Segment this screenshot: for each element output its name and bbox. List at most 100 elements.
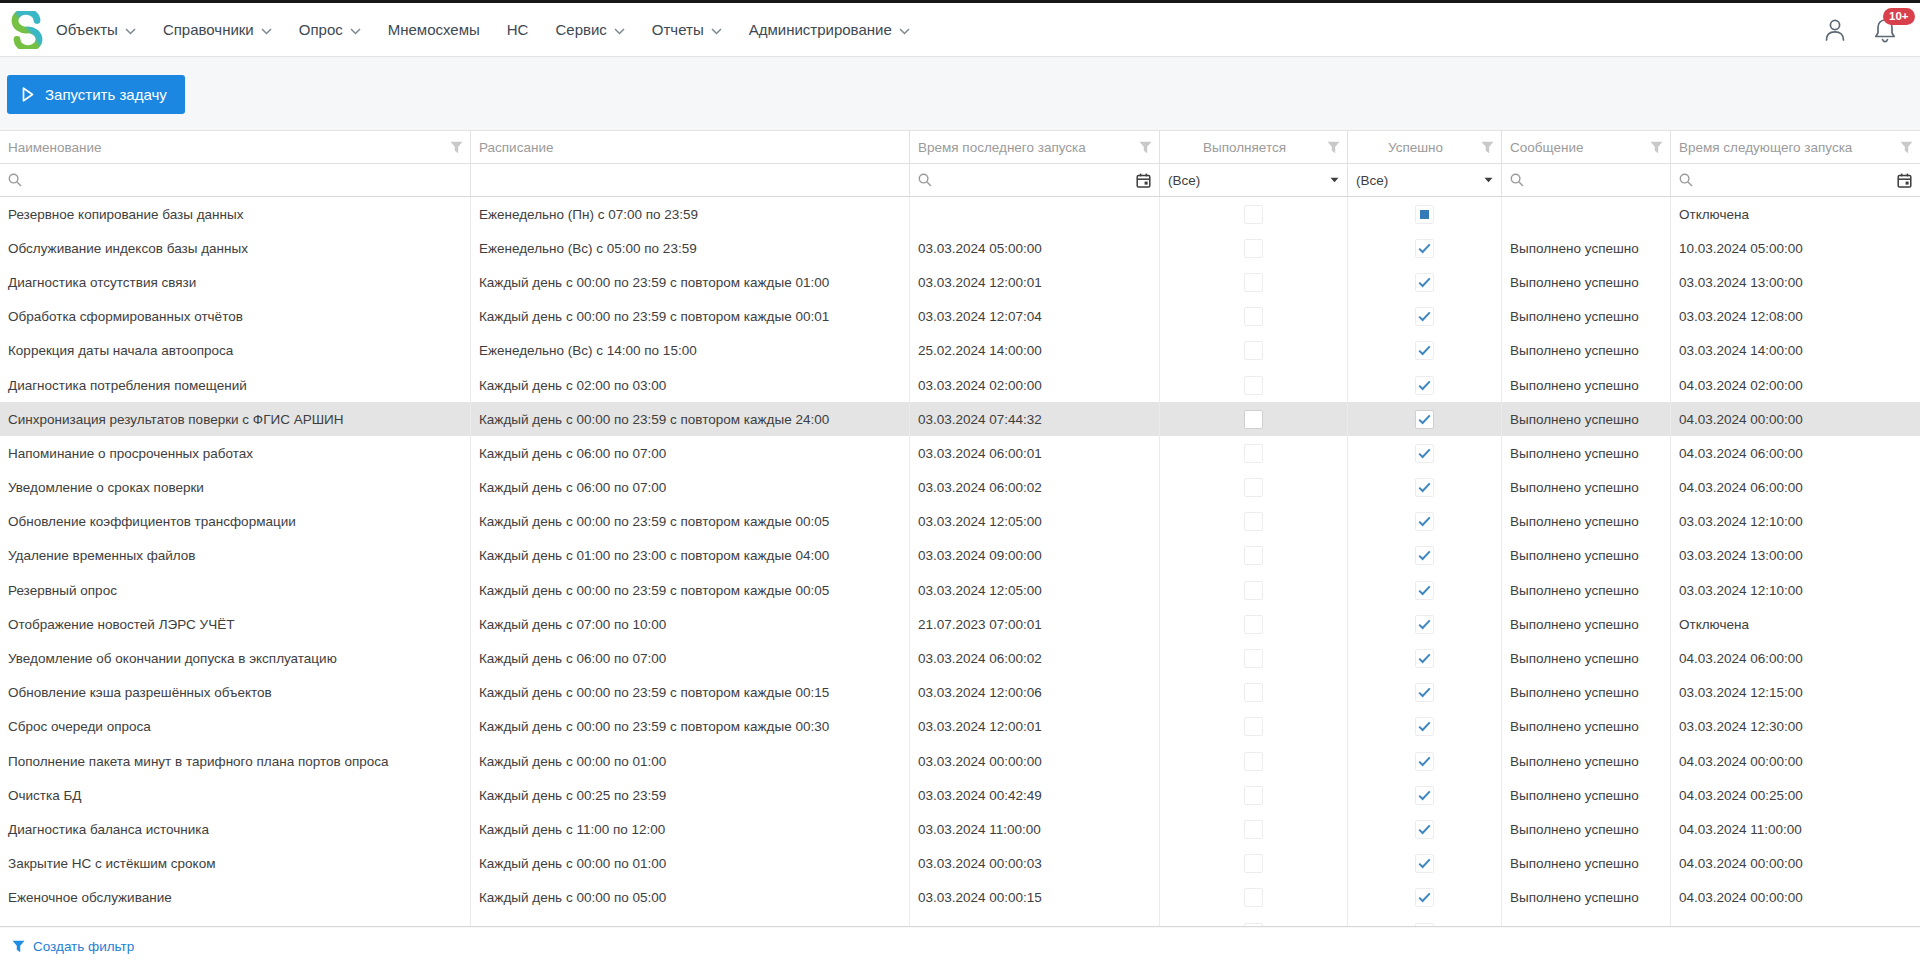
running-checkbox[interactable] [1244,683,1263,702]
run-task-button[interactable]: Запустить задачу [7,75,185,114]
running-checkbox[interactable] [1244,410,1263,429]
notifications-bell-icon[interactable]: 10+ [1872,16,1898,44]
task-row[interactable]: Еженочное обслуживаниеКаждый день с 00:0… [0,881,1920,915]
success-checkbox[interactable] [1415,752,1434,771]
dropdown-arrow-icon[interactable] [1484,177,1493,183]
task-row[interactable]: Резервное копирование базы данныхЕженеде… [0,197,1920,231]
filter-cell-next_run[interactable] [1671,164,1920,196]
menu-item-polling[interactable]: Опрос [299,21,361,38]
task-row[interactable]: Резервный опросКаждый день с 00:00 по 23… [0,573,1920,607]
running-checkbox[interactable] [1244,649,1263,668]
task-row[interactable]: Обновление кэша разрешённых объектовКажд… [0,676,1920,710]
task-row[interactable]: Обработка сформированных отчётовКаждый д… [0,300,1920,334]
menu-item-ns[interactable]: НС [507,21,529,38]
running-checkbox[interactable] [1244,546,1263,565]
running-checkbox[interactable] [1244,854,1263,873]
filter-funnel-icon[interactable] [1327,141,1340,154]
success-checkbox[interactable] [1415,581,1434,600]
task-row[interactable]: Напоминание о просроченных работахКаждый… [0,436,1920,470]
filter-funnel-icon[interactable] [1139,141,1152,154]
filter-funnel-icon[interactable] [1900,141,1913,154]
task-row[interactable]: Уведомление о сроках поверкиКаждый день … [0,471,1920,505]
success-checkbox[interactable] [1415,376,1434,395]
running-checkbox[interactable] [1244,923,1263,927]
filter-cell-last_run[interactable] [910,164,1160,196]
menu-item-administration[interactable]: Администрирование [749,21,910,38]
success-checkbox[interactable] [1415,649,1434,668]
task-row[interactable]: Удаление временных файловКаждый день с 0… [0,539,1920,573]
filter-funnel-icon[interactable] [1650,141,1663,154]
success-checkbox[interactable] [1415,786,1434,805]
success-checkbox[interactable] [1415,683,1434,702]
calendar-icon[interactable] [1897,173,1912,188]
running-checkbox[interactable] [1244,717,1263,736]
success-checkbox[interactable] [1415,923,1434,927]
menu-item-directories[interactable]: Справочники [163,21,272,38]
task-row[interactable]: Обновление коэффициентов трансформацииКа… [0,505,1920,539]
task-row[interactable]: Очистка БДКаждый день с 00:25 по 23:5903… [0,778,1920,812]
running-checkbox[interactable] [1244,820,1263,839]
task-row[interactable]: Диагностика отсутствия связиКаждый день … [0,265,1920,299]
task-row[interactable]: Коррекция даты начала автоопросаЕженедел… [0,334,1920,368]
running-checkbox[interactable] [1244,478,1263,497]
filter-cell-success[interactable]: (Все) [1348,164,1502,196]
running-checkbox[interactable] [1244,615,1263,634]
success-checkbox[interactable] [1415,410,1434,429]
task-row[interactable]: Обслуживание индексов базы данныхЕженеде… [0,231,1920,265]
task-row[interactable]: Отображение новостей ЛЭРС УЧЁТКаждый ден… [0,607,1920,641]
success-checkbox[interactable] [1415,717,1434,736]
success-checkbox[interactable] [1415,854,1434,873]
task-row[interactable]: Диагностика баланса источникаКаждый день… [0,812,1920,846]
task-row[interactable]: Сброс очереди опросаКаждый день с 00:00 … [0,710,1920,744]
running-checkbox[interactable] [1244,888,1263,907]
success-checkbox[interactable] [1415,820,1434,839]
column-header-success[interactable]: Успешно [1348,131,1502,163]
success-checkbox[interactable] [1415,888,1434,907]
column-header-message[interactable]: Сообщение [1502,131,1671,163]
running-checkbox[interactable] [1244,581,1263,600]
column-header-last_run[interactable]: Время последнего запуска [910,131,1160,163]
success-checkbox[interactable] [1415,273,1434,292]
success-checkbox[interactable] [1415,478,1434,497]
success-checkbox[interactable] [1415,512,1434,531]
success-checkbox[interactable] [1415,444,1434,463]
filter-cell-running[interactable]: (Все) [1160,164,1348,196]
menu-item-mnemoschemes[interactable]: Мнемосхемы [388,21,480,38]
task-row[interactable]: Закрытие НС с истёкшим срокомКаждый день… [0,847,1920,881]
task-row[interactable]: Диагностика потребления помещенийКаждый … [0,368,1920,402]
column-header-running[interactable]: Выполняется [1160,131,1348,163]
filter-cell-name[interactable] [0,164,471,196]
running-checkbox[interactable] [1244,512,1263,531]
menu-item-objects[interactable]: Объекты [56,21,136,38]
task-row[interactable]: Пополнение пакета минут в тарифного план… [0,744,1920,778]
running-checkbox[interactable] [1244,273,1263,292]
running-checkbox[interactable] [1244,752,1263,771]
running-checkbox[interactable] [1244,444,1263,463]
running-checkbox[interactable] [1244,205,1263,224]
column-header-name[interactable]: Наименование [0,131,471,163]
running-checkbox[interactable] [1244,376,1263,395]
user-icon[interactable] [1822,16,1848,44]
menu-item-service[interactable]: Сервис [555,21,624,38]
create-filter-link[interactable]: Создать фильтр [12,939,134,954]
column-header-schedule[interactable]: Расписание [471,131,910,163]
success-checkbox[interactable] [1415,341,1434,360]
task-row[interactable] [0,915,1920,927]
running-checkbox[interactable] [1244,307,1263,326]
task-row[interactable]: Синхронизация результатов поверки с ФГИС… [0,402,1920,436]
lers-logo[interactable] [8,10,48,50]
success-checkbox[interactable] [1415,239,1434,258]
running-checkbox[interactable] [1244,341,1263,360]
success-checkbox[interactable] [1415,307,1434,326]
running-checkbox[interactable] [1244,239,1263,258]
menu-item-reports[interactable]: Отчеты [652,21,722,38]
filter-cell-message[interactable] [1502,164,1671,196]
dropdown-arrow-icon[interactable] [1330,177,1339,183]
success-checkbox[interactable] [1415,205,1434,224]
task-row[interactable]: Уведомление об окончании допуска в экспл… [0,641,1920,675]
success-checkbox[interactable] [1415,615,1434,634]
filter-funnel-icon[interactable] [1481,141,1494,154]
filter-funnel-icon[interactable] [450,141,463,154]
success-checkbox[interactable] [1415,546,1434,565]
running-checkbox[interactable] [1244,786,1263,805]
